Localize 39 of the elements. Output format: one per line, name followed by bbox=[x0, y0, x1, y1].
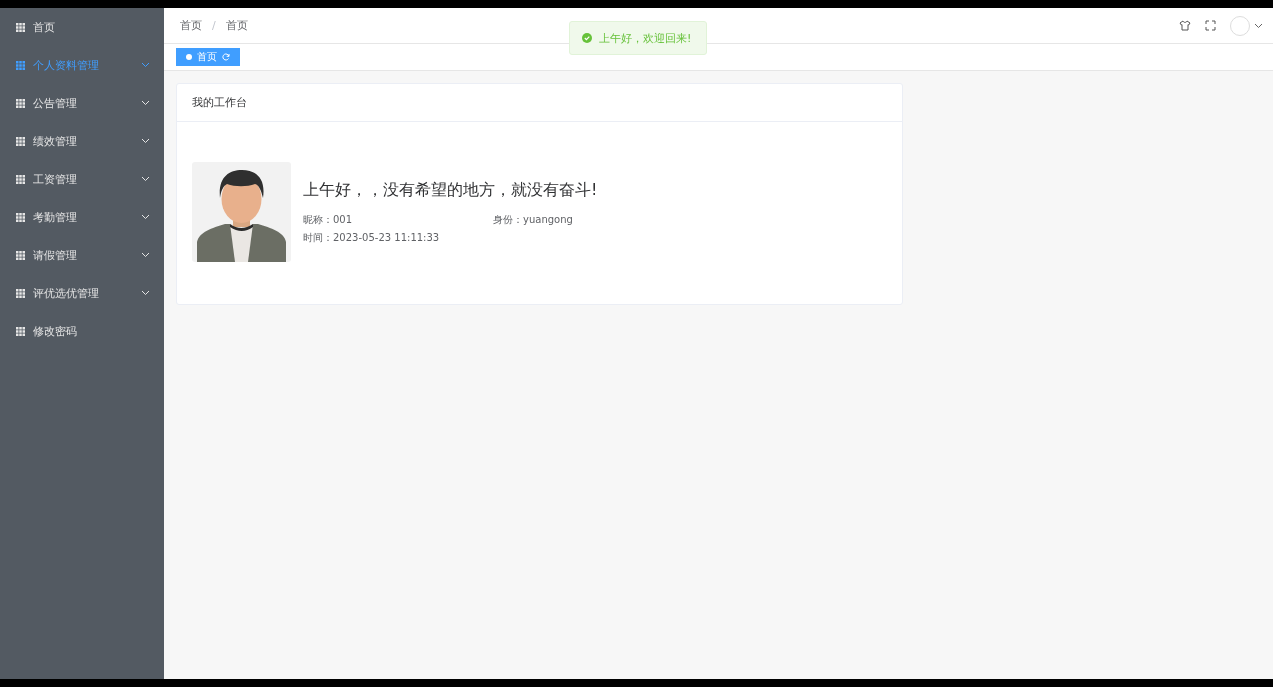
sidebar-item[interactable]: 请假管理 bbox=[0, 236, 164, 274]
grid-icon bbox=[16, 98, 25, 108]
chevron-down-icon[interactable] bbox=[1254, 22, 1263, 29]
chevron-down-icon bbox=[141, 100, 150, 106]
sidebar-item[interactable]: 评优选优管理 bbox=[0, 274, 164, 312]
chevron-down-icon bbox=[141, 62, 150, 68]
chevron-down-icon bbox=[141, 176, 150, 182]
breadcrumb-separator: / bbox=[212, 19, 216, 32]
sidebar-item[interactable]: 首页 bbox=[0, 8, 164, 46]
shirt-icon[interactable] bbox=[1179, 20, 1191, 31]
toast-message: 上午好，欢迎回来! bbox=[599, 30, 692, 46]
grid-icon bbox=[16, 212, 25, 222]
chevron-down-icon bbox=[141, 252, 150, 258]
grid-icon bbox=[16, 136, 25, 146]
sidebar-item[interactable]: 工资管理 bbox=[0, 160, 164, 198]
grid-icon bbox=[16, 288, 25, 298]
grid-icon bbox=[16, 60, 25, 70]
sidebar-item[interactable]: 修改密码 bbox=[0, 312, 164, 350]
grid-icon bbox=[16, 174, 25, 184]
dot-icon bbox=[186, 54, 192, 60]
info-text: 身份：yuangong bbox=[493, 212, 574, 227]
breadcrumb-item[interactable]: 首页 bbox=[180, 18, 202, 33]
check-circle-icon bbox=[582, 33, 592, 43]
sidebar-item[interactable]: 绩效管理 bbox=[0, 122, 164, 160]
chevron-down-icon bbox=[141, 138, 150, 144]
fullscreen-icon[interactable] bbox=[1205, 20, 1216, 31]
info-text: 昵称：001 bbox=[303, 212, 354, 227]
chevron-down-icon bbox=[141, 290, 150, 296]
sidebar-item[interactable]: 公告管理 bbox=[0, 84, 164, 122]
sidebar-item[interactable]: 考勤管理 bbox=[0, 198, 164, 236]
grid-icon bbox=[16, 326, 25, 336]
grid-icon bbox=[16, 250, 25, 260]
greeting-text: 上午好，，没有希望的地方，就没有奋斗! bbox=[303, 179, 599, 201]
info-text: 时间：2023-05-23 11:11:33 bbox=[303, 230, 441, 245]
grid-icon bbox=[16, 22, 25, 32]
refresh-icon[interactable] bbox=[222, 53, 230, 61]
breadcrumb-item: 首页 bbox=[225, 18, 248, 33]
card-title: 我的工作台 bbox=[177, 84, 902, 122]
chevron-down-icon bbox=[141, 214, 150, 220]
